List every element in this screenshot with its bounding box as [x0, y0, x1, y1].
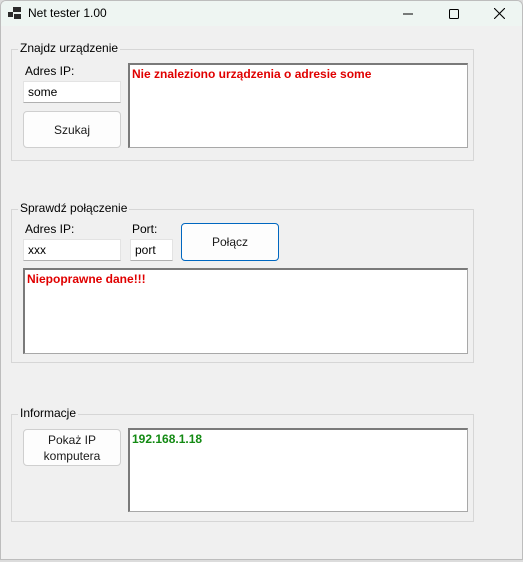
close-button[interactable]: [476, 1, 522, 26]
port-label: Port:: [132, 222, 158, 236]
minimize-icon: [403, 13, 413, 14]
check-connection-legend: Sprawdź połączenie: [18, 201, 130, 215]
close-icon: [493, 8, 505, 19]
app-window: Net tester 1.00 Znajdz urządzenie Adres …: [0, 0, 523, 560]
minimize-button[interactable]: [385, 1, 431, 26]
find-device-group: Znajdz urządzenie Adres IP: Szukaj Nie z…: [11, 41, 474, 161]
check-output-textbox[interactable]: Niepoprawne dane!!!: [23, 268, 468, 354]
window-title: Net tester 1.00: [28, 6, 107, 20]
maximize-icon: [449, 8, 459, 19]
check-output-text: Niepoprawne dane!!!: [27, 272, 146, 286]
find-output-text: Nie znaleziono urządzenia o adresie some: [132, 67, 372, 81]
show-ip-button[interactable]: Pokaż IP komputera: [23, 429, 121, 466]
find-ip-label: Adres IP:: [25, 64, 75, 78]
check-ip-label: Adres IP:: [25, 222, 75, 236]
info-output-textbox[interactable]: 192.168.1.18: [128, 428, 468, 512]
info-group: Informacje Pokaż IP komputera 192.168.1.…: [11, 406, 474, 522]
search-button[interactable]: Szukaj: [23, 111, 121, 148]
connect-button[interactable]: Połącz: [181, 223, 279, 261]
find-output-textbox[interactable]: Nie znaleziono urządzenia o adresie some: [128, 63, 468, 148]
find-ip-input[interactable]: [23, 81, 121, 103]
app-icon: [8, 7, 22, 20]
check-ip-input[interactable]: [23, 239, 121, 261]
title-bar[interactable]: Net tester 1.00: [1, 1, 522, 26]
info-output-text: 192.168.1.18: [132, 432, 203, 446]
info-legend: Informacje: [18, 406, 79, 420]
check-connection-group: Sprawdź połączenie Adres IP: Port: Połąc…: [11, 201, 474, 363]
port-input[interactable]: [130, 239, 173, 261]
find-device-legend: Znajdz urządzenie: [18, 41, 121, 55]
maximize-button[interactable]: [431, 1, 477, 26]
